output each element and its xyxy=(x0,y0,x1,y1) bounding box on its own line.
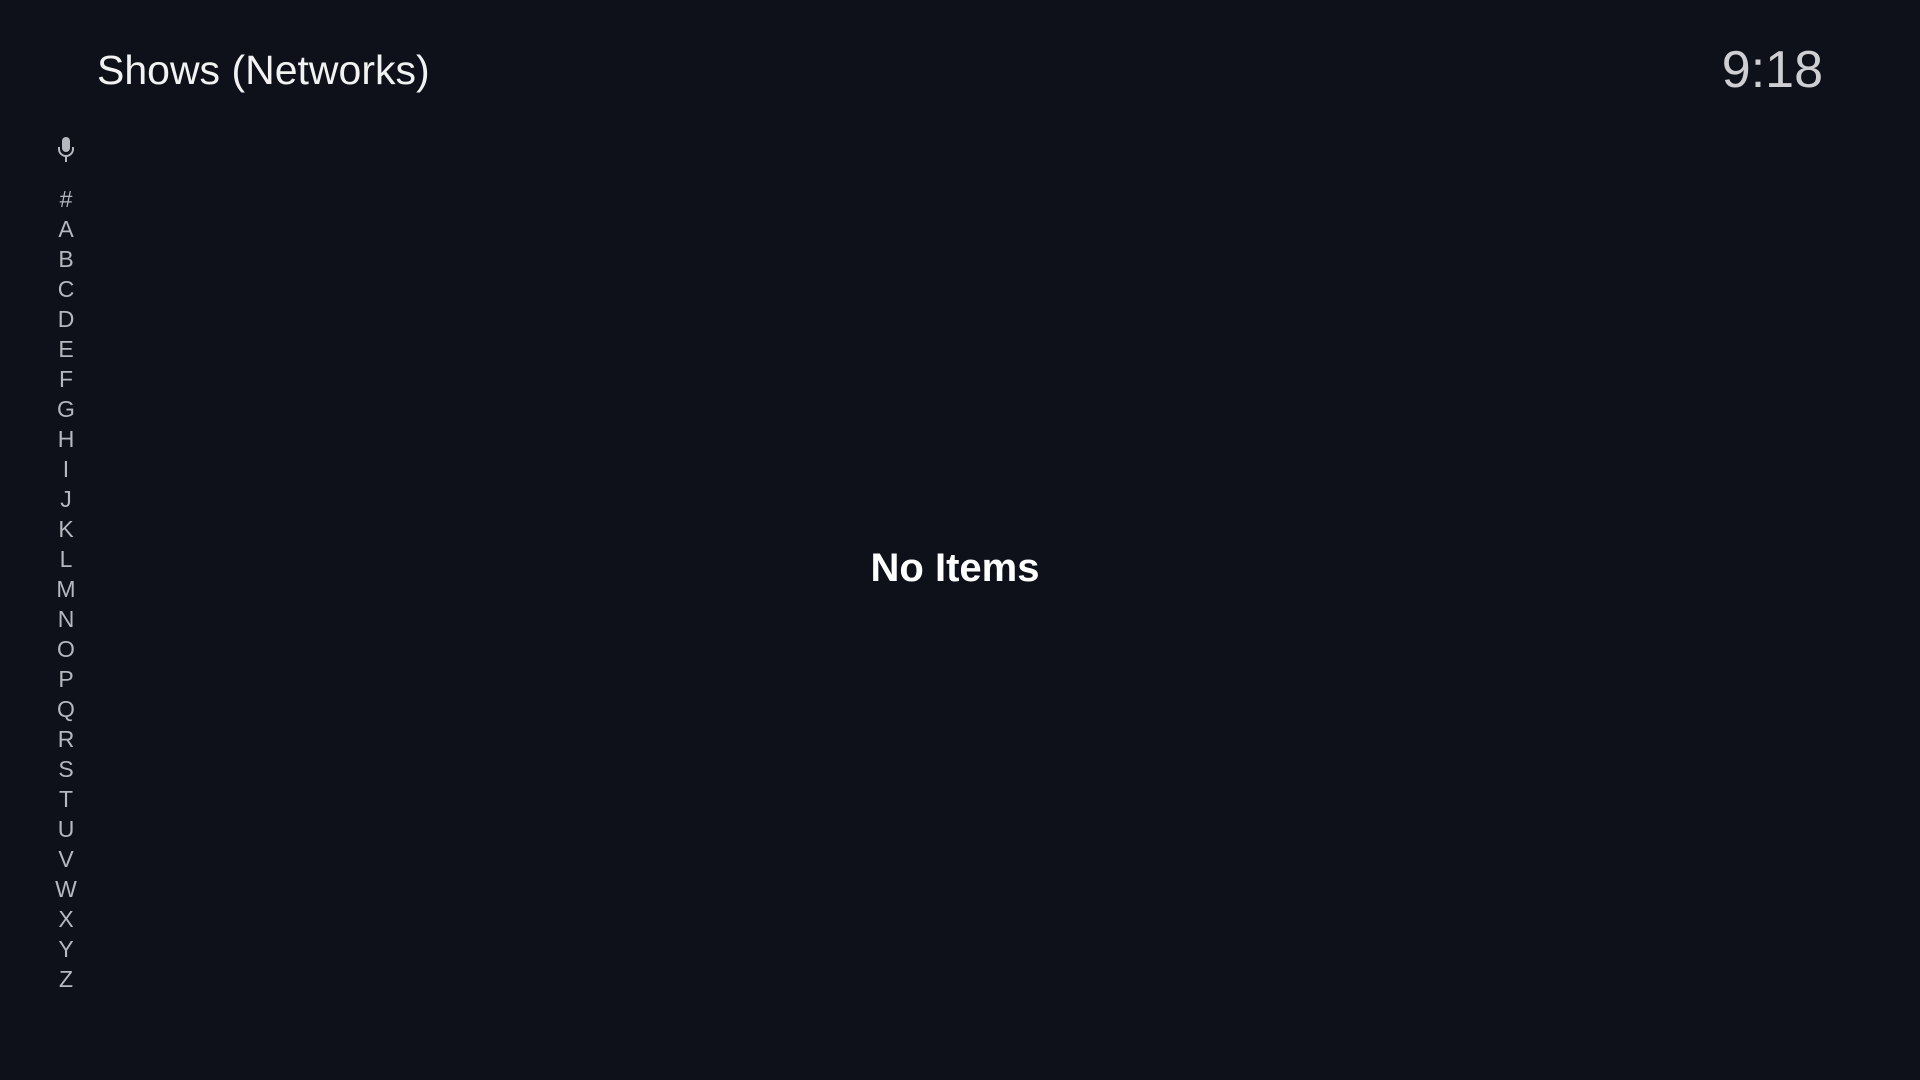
alphabet-letter-m[interactable]: M xyxy=(46,574,86,604)
alphabet-letter-k[interactable]: K xyxy=(46,514,86,544)
page-title: Shows (Networks) xyxy=(97,47,430,93)
alphabet-index: # A B C D E F G H I J K L M N O P Q R S T U V W X Y Z xyxy=(46,134,86,994)
alphabet-letter-y[interactable]: Y xyxy=(46,934,86,964)
clock: 9:18 xyxy=(1721,41,1823,99)
empty-state-message: No Items xyxy=(870,546,1040,590)
alphabet-letter-b[interactable]: B xyxy=(46,244,86,274)
alphabet-letter-u[interactable]: U xyxy=(46,814,86,844)
alphabet-letter-s[interactable]: S xyxy=(46,754,86,784)
alphabet-letter-l[interactable]: L xyxy=(46,544,86,574)
alphabet-letter-h[interactable]: H xyxy=(46,424,86,454)
alphabet-letter-o[interactable]: O xyxy=(46,634,86,664)
alphabet-letter-q[interactable]: Q xyxy=(46,694,86,724)
alphabet-letter-g[interactable]: G xyxy=(46,394,86,424)
alphabet-letter-i[interactable]: I xyxy=(46,454,86,484)
alphabet-letter-w[interactable]: W xyxy=(46,874,86,904)
alphabet-letter-hash[interactable]: # xyxy=(46,184,86,214)
alphabet-letter-p[interactable]: P xyxy=(46,664,86,694)
alphabet-letter-d[interactable]: D xyxy=(46,304,86,334)
alphabet-letter-j[interactable]: J xyxy=(46,484,86,514)
alphabet-letter-e[interactable]: E xyxy=(46,334,86,364)
alphabet-letter-f[interactable]: F xyxy=(46,364,86,394)
alphabet-letter-v[interactable]: V xyxy=(46,844,86,874)
alphabet-letter-t[interactable]: T xyxy=(46,784,86,814)
alphabet-letter-r[interactable]: R xyxy=(46,724,86,754)
alphabet-letter-a[interactable]: A xyxy=(46,214,86,244)
microphone-icon xyxy=(56,136,76,169)
alphabet-letter-x[interactable]: X xyxy=(46,904,86,934)
alphabet-letter-c[interactable]: C xyxy=(46,274,86,304)
alphabet-letter-n[interactable]: N xyxy=(46,604,86,634)
alphabet-letter-z[interactable]: Z xyxy=(46,964,86,994)
screen: Shows (Networks) 9:18 # A B C D E F G H I J K L M N O P Q… xyxy=(0,0,1920,1080)
alphabet-letter-list: # A B C D E F G H I J K L M N O P Q R S T U V W X Y Z xyxy=(46,184,86,994)
voice-search-button[interactable] xyxy=(46,134,86,170)
